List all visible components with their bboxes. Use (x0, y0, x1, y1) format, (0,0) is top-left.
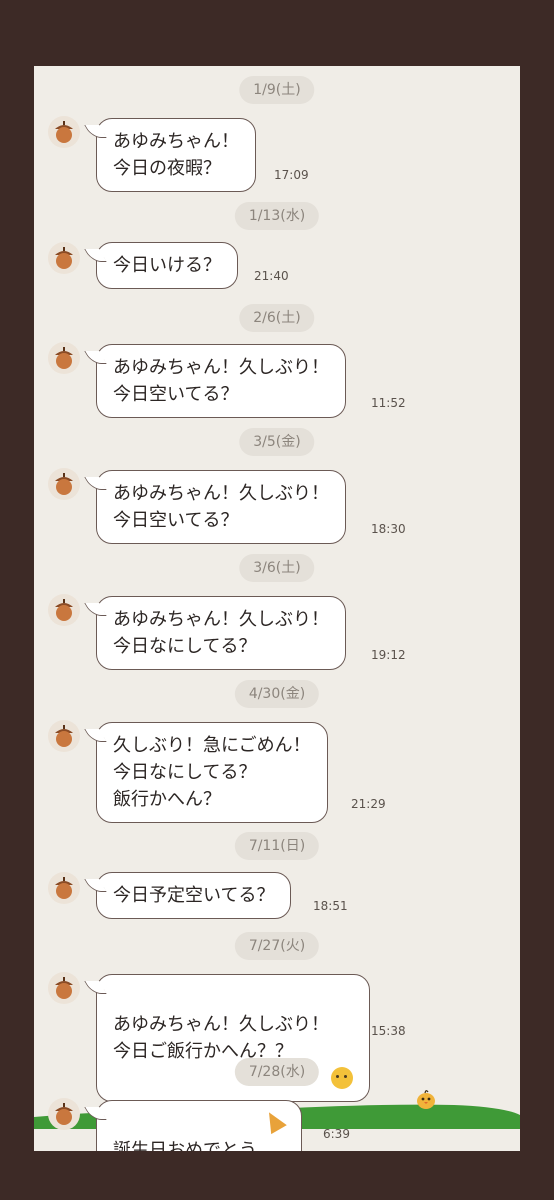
message-time: 15:38 (371, 1024, 406, 1038)
acorn-icon (55, 877, 73, 899)
acorn-icon (55, 473, 73, 495)
chat-screen: 1/9(土) あゆみちゃん！ 今日の夜暇？ 17:09 1/13(水) 今日いけ… (34, 66, 520, 1151)
acorn-icon (55, 599, 73, 621)
avatar[interactable] (48, 872, 80, 904)
acorn-icon (55, 247, 73, 269)
thinking-face-icon (331, 1067, 353, 1089)
acorn-icon (55, 347, 73, 369)
message-bubble[interactable]: あゆみちゃん！久しぶり！ 今日空いてる？ (96, 470, 346, 544)
message-time: 18:30 (371, 522, 406, 536)
acorn-icon (55, 121, 73, 143)
avatar[interactable] (48, 972, 80, 1004)
date-separator: 1/9(土) (239, 76, 315, 104)
message-time: 18:51 (313, 899, 348, 913)
message-bubble[interactable]: 今日予定空いてる？ (96, 872, 292, 919)
message-bubble[interactable]: 誕生日おめでとう (96, 1100, 302, 1151)
message-time: 21:40 (254, 269, 289, 283)
avatar[interactable] (48, 468, 80, 500)
acorn-icon (55, 725, 73, 747)
acorn-icon (55, 977, 73, 999)
message-time: 11:52 (371, 396, 406, 410)
message-bubble[interactable]: あゆみちゃん！久しぶり！ 今日空いてる？ (96, 344, 346, 418)
message-bubble[interactable]: あゆみちゃん！久しぶり！ 今日ご飯行かへん？？ (96, 974, 370, 1102)
message-bubble[interactable]: 今日いける？ (96, 242, 238, 289)
avatar[interactable] (48, 1098, 80, 1130)
chick-icon (417, 1090, 435, 1109)
message-text: 誕生日おめでとう (113, 1140, 257, 1151)
avatar[interactable] (48, 242, 80, 274)
avatar[interactable] (48, 594, 80, 626)
date-separator: 7/27(火) (234, 932, 320, 960)
date-separator: 7/28(水) (234, 1058, 320, 1086)
message-time: 6:39 (323, 1127, 350, 1141)
avatar[interactable] (48, 116, 80, 148)
party-popper-icon (261, 1107, 287, 1135)
date-separator: 4/30(金) (234, 680, 320, 708)
message-text: あゆみちゃん！久しぶり！ 今日ご飯行かへん？？ (113, 1014, 329, 1062)
date-separator: 3/5(金) (239, 428, 315, 456)
message-time: 17:09 (274, 168, 309, 182)
message-time: 19:12 (371, 648, 406, 662)
date-separator: 1/13(水) (234, 202, 320, 230)
acorn-icon (55, 1103, 73, 1125)
message-bubble[interactable]: 久しぶり！急にごめん！ 今日なにしてる？ 飯行かへん？ (96, 722, 328, 823)
date-separator: 7/11(日) (234, 832, 320, 860)
message-time: 21:29 (351, 797, 386, 811)
avatar[interactable] (48, 342, 80, 374)
message-bubble[interactable]: あゆみちゃん！ 今日の夜暇？ (96, 118, 256, 192)
date-separator: 2/6(土) (239, 304, 315, 332)
message-bubble[interactable]: あゆみちゃん！久しぶり！ 今日なにしてる？ (96, 596, 346, 670)
message-list[interactable]: 1/9(土) あゆみちゃん！ 今日の夜暇？ 17:09 1/13(水) 今日いけ… (34, 66, 520, 1151)
date-separator: 3/6(土) (239, 554, 315, 582)
avatar[interactable] (48, 720, 80, 752)
